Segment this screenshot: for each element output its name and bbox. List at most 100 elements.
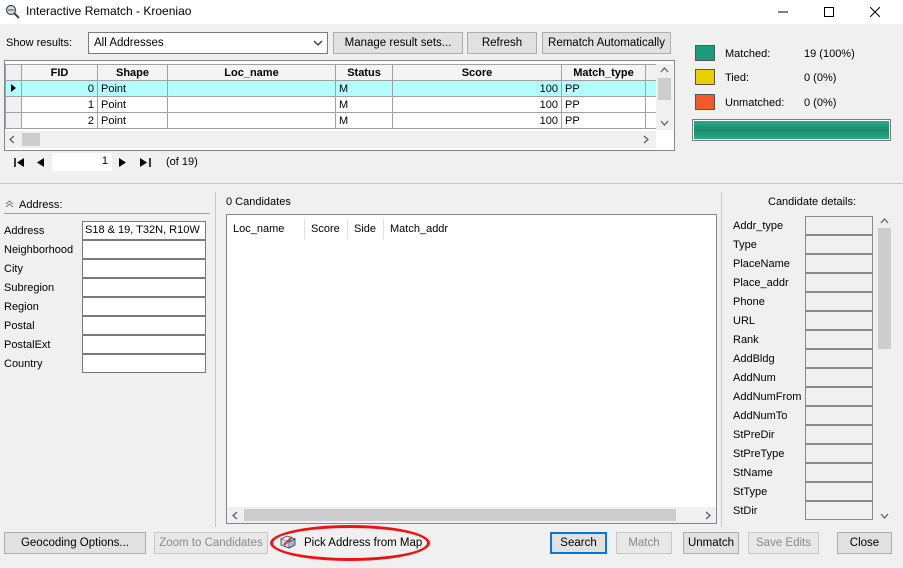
column-header-side[interactable]: Side xyxy=(354,223,376,235)
neighborhood-field[interactable] xyxy=(82,240,206,259)
grid-horizontal-scrollbar[interactable] xyxy=(5,131,656,148)
first-record-icon[interactable] xyxy=(14,158,25,167)
next-record-icon[interactable] xyxy=(119,158,126,167)
scroll-left-icon[interactable] xyxy=(9,135,15,144)
panel-separator[interactable] xyxy=(721,192,722,527)
pick-address-map-icon[interactable] xyxy=(279,533,297,551)
candidates-list[interactable]: Loc_name Score Side Match_addr xyxy=(226,214,717,524)
cell-status[interactable]: M xyxy=(335,96,393,113)
scroll-right-icon[interactable] xyxy=(705,511,711,520)
detail-value-field[interactable] xyxy=(805,501,873,520)
row-selector[interactable] xyxy=(5,96,22,113)
show-results-select[interactable]: All Addresses xyxy=(88,32,328,54)
column-header-loc-name[interactable]: Loc_name xyxy=(233,223,284,235)
scroll-down-icon[interactable] xyxy=(880,513,889,519)
geocoding-options-button[interactable]: Geocoding Options... xyxy=(4,532,146,554)
cell-status[interactable]: M xyxy=(335,80,393,97)
detail-value-field[interactable] xyxy=(805,425,873,444)
cell-score[interactable]: 100 xyxy=(392,96,562,113)
column-header-shape[interactable]: Shape xyxy=(97,64,168,81)
detail-value-field[interactable] xyxy=(805,311,873,330)
detail-value-field[interactable] xyxy=(805,292,873,311)
search-button[interactable]: Search xyxy=(550,532,607,554)
detail-value-field[interactable] xyxy=(805,482,873,501)
scroll-left-icon[interactable] xyxy=(232,511,238,520)
splitter[interactable] xyxy=(0,183,903,184)
cell-loc-name[interactable] xyxy=(167,112,336,129)
cell-shape[interactable]: Point xyxy=(97,80,168,97)
record-number-input[interactable]: 1 xyxy=(52,153,112,171)
column-divider[interactable] xyxy=(304,219,305,239)
scroll-thumb[interactable] xyxy=(658,78,671,100)
cell-shape[interactable]: Point xyxy=(97,112,168,129)
detail-value-field[interactable] xyxy=(805,216,873,235)
rematch-automatically-button[interactable]: Rematch Automatically xyxy=(542,32,671,54)
country-field[interactable] xyxy=(82,354,206,373)
column-header-score[interactable]: Score xyxy=(392,64,562,81)
table-row[interactable]: 1 Point M 100 PP xyxy=(5,96,660,113)
detail-value-field[interactable] xyxy=(805,235,873,254)
detail-value-field[interactable] xyxy=(805,368,873,387)
table-row[interactable]: 2 Point M 100 PP xyxy=(5,112,660,129)
detail-value-field[interactable] xyxy=(805,444,873,463)
column-header-match-type[interactable]: Match_type xyxy=(561,64,646,81)
detail-value-field[interactable] xyxy=(805,273,873,292)
close-button[interactable]: Close xyxy=(837,532,892,554)
last-record-icon[interactable] xyxy=(140,158,151,167)
cell-fid[interactable]: 2 xyxy=(21,112,98,129)
city-field[interactable] xyxy=(82,259,206,278)
scroll-up-icon[interactable] xyxy=(880,218,889,224)
column-header-loc-name[interactable]: Loc_name xyxy=(167,64,336,81)
region-field[interactable] xyxy=(82,297,206,316)
column-divider[interactable] xyxy=(347,219,348,239)
column-divider[interactable] xyxy=(383,219,384,239)
close-window-button[interactable] xyxy=(855,0,895,24)
pick-address-button[interactable]: Pick Address from Map xyxy=(304,537,422,549)
postal-ext-field[interactable] xyxy=(82,335,206,354)
table-row[interactable]: 0 Point M 100 PP xyxy=(5,80,660,97)
column-header-status[interactable]: Status xyxy=(335,64,393,81)
minimize-button[interactable] xyxy=(763,0,803,24)
detail-value-field[interactable] xyxy=(805,330,873,349)
save-edits-button[interactable]: Save Edits xyxy=(748,532,819,554)
detail-value-field[interactable] xyxy=(805,406,873,425)
candidates-horizontal-scrollbar[interactable] xyxy=(227,507,716,523)
cell-fid[interactable]: 1 xyxy=(21,96,98,113)
column-header-match-addr[interactable]: Match_addr xyxy=(390,223,448,235)
panel-separator[interactable] xyxy=(215,192,216,527)
cell-status[interactable]: M xyxy=(335,112,393,129)
cell-loc-name[interactable] xyxy=(167,80,336,97)
scroll-down-icon[interactable] xyxy=(660,120,669,126)
unmatch-button[interactable]: Unmatch xyxy=(683,532,739,554)
grid-vertical-scrollbar[interactable] xyxy=(656,64,673,130)
address-field[interactable]: S18 & 19, T32N, R10W xyxy=(82,221,206,240)
cell-match-type[interactable]: PP xyxy=(561,80,646,97)
scroll-up-icon[interactable] xyxy=(660,67,669,73)
refresh-button[interactable]: Refresh xyxy=(467,32,537,54)
scroll-thumb[interactable] xyxy=(22,133,40,146)
maximize-button[interactable] xyxy=(809,0,849,24)
cell-shape[interactable]: Point xyxy=(97,96,168,113)
cell-match-type[interactable]: PP xyxy=(561,96,646,113)
postal-field[interactable] xyxy=(82,316,206,335)
cell-loc-name[interactable] xyxy=(167,96,336,113)
scroll-thumb[interactable] xyxy=(878,228,891,349)
scroll-thumb[interactable] xyxy=(244,509,676,521)
row-selector[interactable] xyxy=(5,112,22,129)
cell-score[interactable]: 100 xyxy=(392,112,562,129)
match-button[interactable]: Match xyxy=(616,532,672,554)
cell-match-type[interactable]: PP xyxy=(561,112,646,129)
previous-record-icon[interactable] xyxy=(37,158,44,167)
detail-value-field[interactable] xyxy=(805,349,873,368)
details-vertical-scrollbar[interactable] xyxy=(876,214,893,524)
scroll-right-icon[interactable] xyxy=(643,135,649,144)
zoom-to-candidates-button[interactable]: Zoom to Candidates xyxy=(154,532,268,554)
subregion-field[interactable] xyxy=(82,278,206,297)
detail-value-field[interactable] xyxy=(805,387,873,406)
column-header-fid[interactable]: FID xyxy=(21,64,98,81)
row-selector[interactable] xyxy=(5,80,22,97)
detail-value-field[interactable] xyxy=(805,463,873,482)
cell-score[interactable]: 100 xyxy=(392,80,562,97)
collapse-icon[interactable] xyxy=(5,200,14,208)
column-header-score[interactable]: Score xyxy=(311,223,340,235)
